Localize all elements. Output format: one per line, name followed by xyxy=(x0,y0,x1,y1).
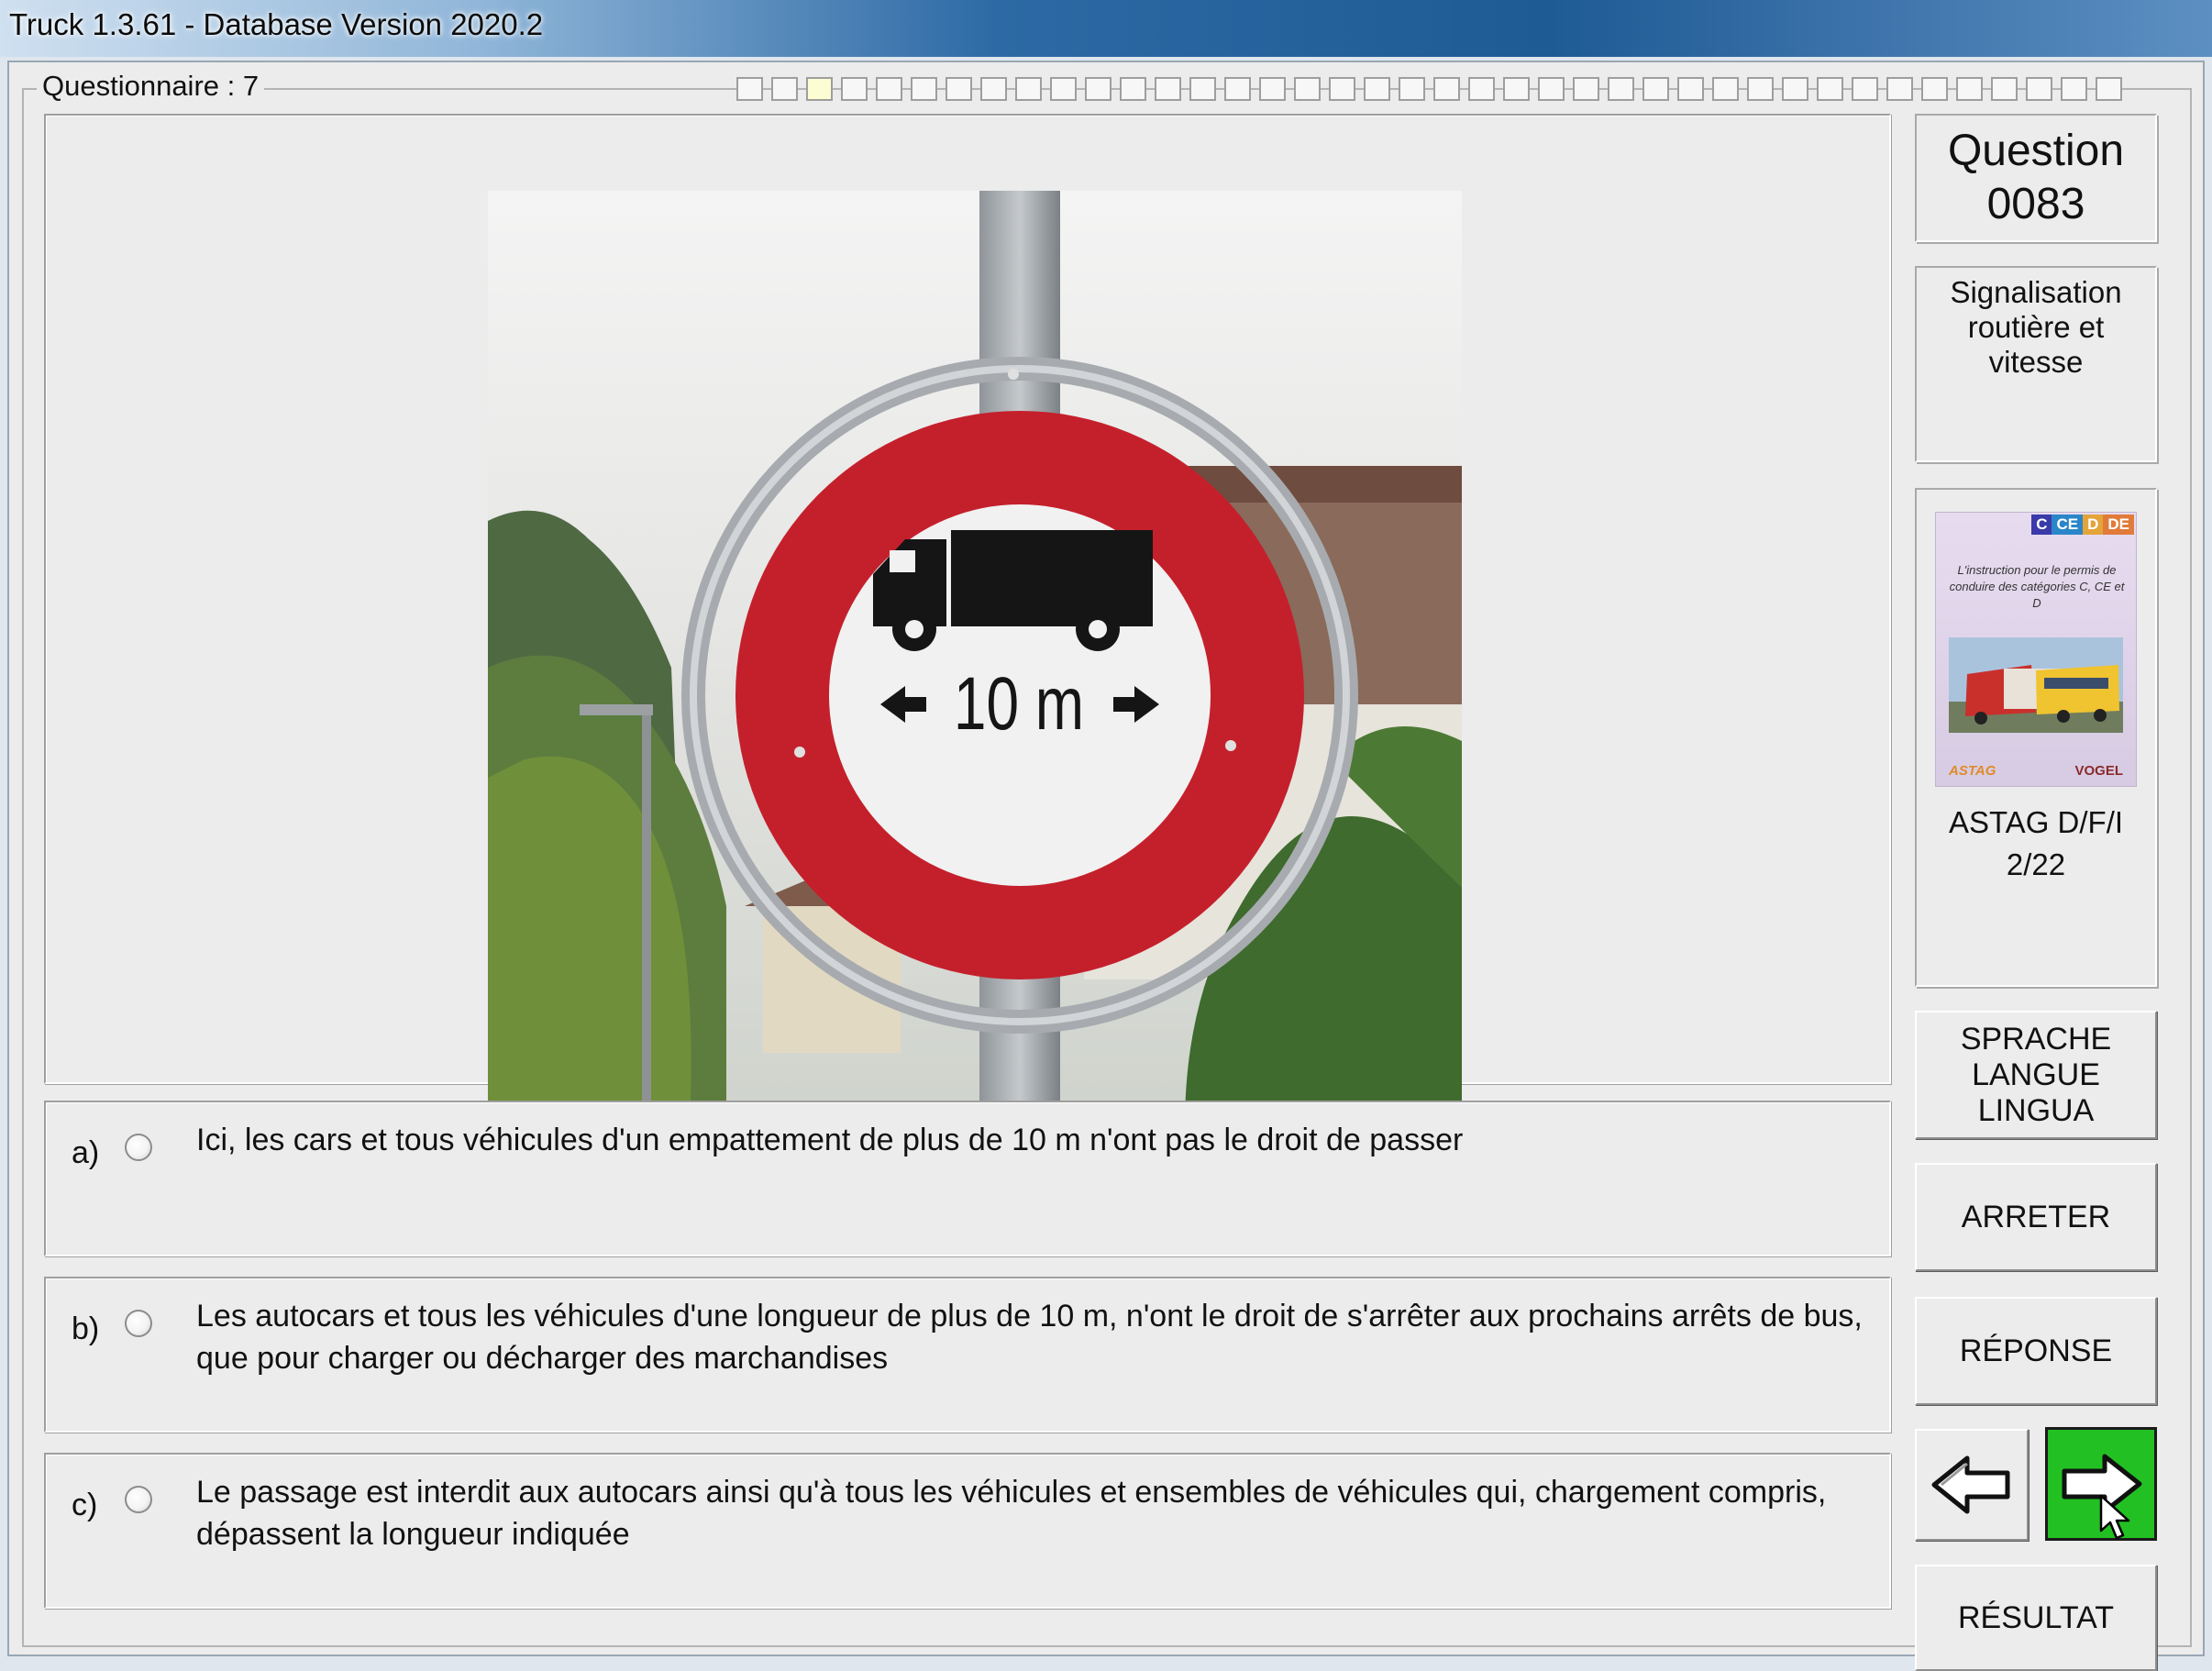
progress-cell xyxy=(1050,77,1077,101)
stop-button-label: ARRETER xyxy=(1961,1199,2111,1234)
progress-cell xyxy=(1364,77,1390,101)
language-button[interactable]: SPRACHE LANGUE LINGUA xyxy=(1915,1011,2157,1139)
book-cover-image: C CE D DE L'instruction pour le permis de c… xyxy=(1935,512,2137,787)
progress-cell xyxy=(1747,77,1774,101)
previous-button[interactable] xyxy=(1915,1429,2029,1541)
license-badge: DE xyxy=(2103,515,2134,535)
progress-cell xyxy=(1015,77,1042,101)
progress-cell xyxy=(1399,77,1425,101)
stop-button[interactable]: ARRETER xyxy=(1915,1163,2157,1271)
question-number: Question 0083 xyxy=(1947,127,2125,228)
progress-cell xyxy=(736,77,763,101)
book-cover-text: L'instruction pour le permis de conduire… xyxy=(1949,563,2125,610)
progress-cell xyxy=(911,77,937,101)
answer-letter: c) xyxy=(72,1488,98,1522)
progress-cell xyxy=(1224,77,1251,101)
progress-cell xyxy=(1852,77,1878,101)
progress-cell xyxy=(1468,77,1495,101)
progress-cell xyxy=(1189,77,1216,101)
answer-letter: a) xyxy=(72,1135,100,1170)
answer-radio[interactable] xyxy=(125,1134,152,1161)
answer-button-label: RÉPONSE xyxy=(1959,1333,2113,1368)
question-category: Signalisation routière et vitesse xyxy=(1950,275,2122,379)
license-badge: CE xyxy=(2052,515,2084,535)
progress-cell xyxy=(876,77,902,101)
progress-cell xyxy=(1259,77,1286,101)
progress-cell xyxy=(1642,77,1669,101)
progress-cell xyxy=(1608,77,1634,101)
vogel-logo: VOGEL xyxy=(2074,763,2123,779)
questionnaire-label: Questionnaire : 7 xyxy=(37,70,265,103)
progress-cell xyxy=(1817,77,1843,101)
progress-cell xyxy=(1886,77,1913,101)
book-title: ASTAG D/F/I 2/22 xyxy=(1948,805,2124,881)
answer-button[interactable]: RÉPONSE xyxy=(1915,1297,2157,1405)
question-progress-track xyxy=(736,77,2122,101)
window-title: Truck 1.3.61 - Database Version 2020.2 xyxy=(9,7,544,41)
progress-cell xyxy=(1538,77,1565,101)
progress-cell xyxy=(1956,77,1983,101)
answer-text: Le passage est interdit aux autocars ain… xyxy=(196,1475,1827,1552)
license-badge: D xyxy=(2083,515,2104,535)
progress-cell xyxy=(806,77,833,101)
road-sign-photo xyxy=(488,191,1462,1126)
category-box: Signalisation routière et vitesse xyxy=(1915,266,2157,462)
answer-text: Les autocars et tous les véhicules d'une… xyxy=(196,1299,1863,1376)
progress-cell xyxy=(1991,77,2018,101)
progress-cell xyxy=(1712,77,1739,101)
progress-cell xyxy=(1329,77,1355,101)
progress-cell xyxy=(1921,77,1948,101)
progress-cell xyxy=(771,77,798,101)
answer-radio[interactable] xyxy=(125,1310,152,1337)
progress-cell xyxy=(1120,77,1146,101)
progress-cell xyxy=(2026,77,2052,101)
book-publisher-logos: ASTAG VOGEL xyxy=(1949,763,2123,779)
book-cover-photo xyxy=(1949,637,2123,733)
progress-cell xyxy=(841,77,868,101)
window-client: Questionnaire : 7 10 m a) Ici, les cars … xyxy=(7,61,2205,1671)
progress-cell xyxy=(1155,77,1181,101)
astag-logo: ASTAG xyxy=(1949,763,1996,779)
next-button[interactable] xyxy=(2045,1427,2157,1541)
answer-radio[interactable] xyxy=(125,1486,152,1513)
mouse-cursor-icon xyxy=(2099,1494,2130,1540)
language-button-label: SPRACHE LANGUE LINGUA xyxy=(1960,1021,2112,1128)
image-panel: 10 m xyxy=(44,114,1891,1126)
result-button[interactable]: RÉSULTAT xyxy=(1915,1565,2157,1671)
progress-cell xyxy=(1294,77,1321,101)
progress-cell xyxy=(1782,77,1808,101)
progress-cell xyxy=(1573,77,1599,101)
title-bar: Truck 1.3.61 - Database Version 2020.2 xyxy=(0,0,2212,57)
result-button-label: RÉSULTAT xyxy=(1957,1599,2115,1635)
question-image: 10 m xyxy=(488,191,1462,1126)
answer-letter: b) xyxy=(72,1311,100,1346)
sign-length-text: 10 m xyxy=(953,662,1085,746)
progress-cell xyxy=(1085,77,1112,101)
license-badge: C xyxy=(2031,515,2052,535)
progress-cell xyxy=(1503,77,1530,101)
progress-cell xyxy=(980,77,1007,101)
progress-cell xyxy=(946,77,972,101)
answer-option-a[interactable]: a) Ici, les cars et tous véhicules d'un … xyxy=(44,1101,1891,1256)
answer-option-c[interactable]: c) Le passage est interdit aux autocars … xyxy=(44,1453,1891,1609)
reference-book-box: C CE D DE L'instruction pour le permis de c… xyxy=(1915,488,2157,987)
progress-cell xyxy=(2061,77,2087,101)
progress-cell xyxy=(2096,77,2122,101)
answer-option-b[interactable]: b) Les autocars et tous les véhicules d'… xyxy=(44,1277,1891,1433)
question-number-box: Question 0083 xyxy=(1915,114,2157,242)
progress-cell xyxy=(1677,77,1704,101)
answer-text: Ici, les cars et tous véhicules d'un emp… xyxy=(196,1123,1464,1157)
progress-cell xyxy=(1433,77,1460,101)
license-category-badges: C CE D DE xyxy=(2031,515,2134,535)
arrow-left-icon xyxy=(1931,1455,2010,1514)
